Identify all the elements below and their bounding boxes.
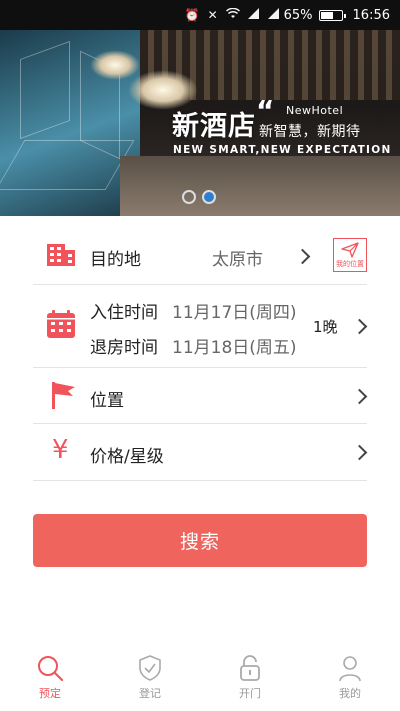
bottom-tab-bar: 预定 登记 开门 我的: [0, 648, 400, 711]
destination-label: 目的地: [90, 250, 141, 270]
checkin-label: 入住时间: [90, 303, 158, 323]
tab-label: 我的: [339, 687, 361, 700]
status-bar: ⏰ ✕ 65% 16:56: [0, 0, 400, 30]
banner-chandelier: [90, 50, 140, 80]
clock: 16:56: [352, 7, 390, 23]
tab-booking[interactable]: 预定: [0, 648, 100, 711]
price-label: 价格/星级: [90, 447, 164, 467]
banner-brand-cn: 新酒店: [172, 111, 256, 142]
search-button[interactable]: 搜索: [33, 514, 367, 567]
tab-label: 开门: [239, 687, 261, 700]
user-icon: [339, 656, 361, 682]
tab-open-door[interactable]: 开门: [200, 648, 300, 711]
my-location-label: 我的位置: [336, 259, 364, 268]
chevron-right-icon: [351, 388, 368, 405]
hotel-booking-screen: ⏰ ✕ 65% 16:56 新酒店 “ NewHotel 新智慧，新期待 NEW…: [0, 0, 400, 711]
battery-percent: 65%: [283, 7, 313, 23]
banner-lobby-floor: [120, 156, 400, 216]
flag-icon: [50, 380, 76, 414]
wifi-icon: [225, 7, 240, 22]
tab-profile[interactable]: 我的: [300, 648, 400, 711]
chevron-right-icon: [351, 444, 368, 461]
my-location-button[interactable]: 我的位置: [333, 238, 367, 272]
dates-row[interactable]: 入住时间 11月17日(周四) 退房时间 11月18日(周五): [0, 285, 400, 367]
checkout-label: 退房时间: [90, 338, 158, 358]
chevron-right-icon: [294, 248, 311, 265]
divider: [33, 480, 367, 481]
signal-icon: [247, 8, 260, 22]
carousel-indicator[interactable]: [182, 190, 222, 204]
chevron-right-icon: [351, 318, 368, 335]
silent-icon: ✕: [207, 8, 218, 22]
alarm-icon: ⏰: [184, 8, 200, 22]
battery-icon: [318, 9, 346, 21]
building-icon: [46, 238, 76, 272]
carousel-dot[interactable]: [182, 190, 196, 204]
carousel-dot-active[interactable]: [202, 190, 216, 204]
tab-label: 登记: [139, 687, 161, 700]
signal-icon: [267, 8, 280, 22]
tab-checkin[interactable]: 登记: [100, 648, 200, 711]
shield-check-icon: [139, 655, 161, 681]
checkin-value[interactable]: 11月17日(周四): [172, 298, 297, 323]
calendar-icon: [46, 309, 76, 343]
banner-slogan-en: NEW SMART,NEW EXPECTATION: [173, 144, 392, 156]
nights-count: 1晚: [313, 318, 338, 336]
price-row[interactable]: ¥ 价格/星级: [0, 424, 400, 480]
location-row[interactable]: 位置: [0, 368, 400, 423]
banner-brand-en: NewHotel: [286, 104, 344, 117]
location-label: 位置: [90, 391, 124, 411]
unlock-icon: [240, 655, 260, 681]
destination-value[interactable]: 太原市: [212, 245, 263, 270]
search-icon: [38, 656, 64, 682]
yen-icon: ¥: [52, 435, 69, 465]
banner-slogan-cn: 新智慧，新期待: [259, 124, 361, 140]
promo-banner[interactable]: 新酒店 “ NewHotel 新智慧，新期待 NEW SMART,NEW EXP…: [0, 30, 400, 216]
checkout-value[interactable]: 11月18日(周五): [172, 333, 297, 358]
tab-label: 预定: [39, 687, 61, 700]
location-arrow-icon: [341, 241, 359, 258]
